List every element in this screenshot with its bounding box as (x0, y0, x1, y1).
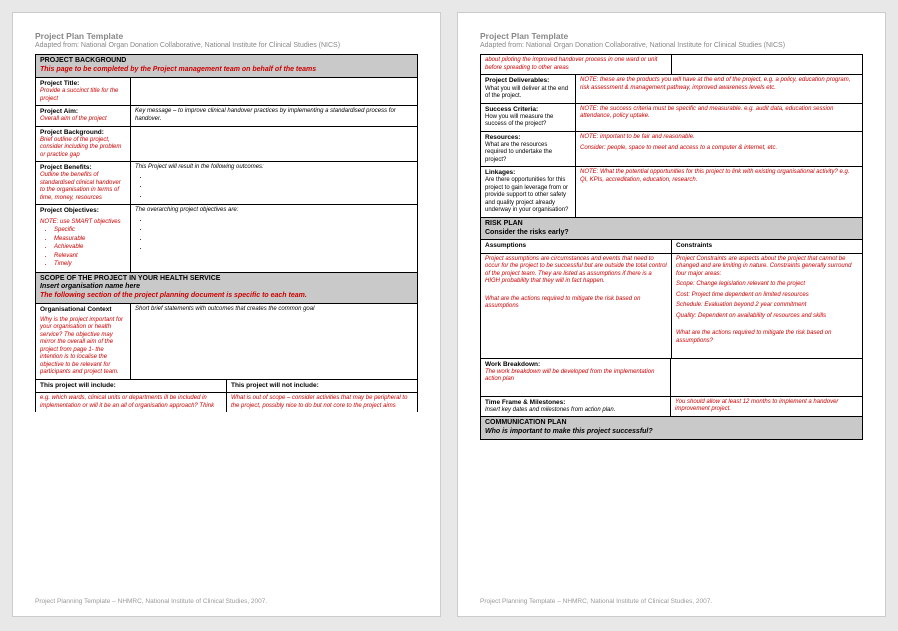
content-project-benefits: This Project will result in the followin… (135, 164, 264, 170)
label-timeframe: Time Frame & Milestones: (485, 399, 666, 407)
field-project-background (131, 127, 417, 162)
row-success: Success Criteria: How you will measure t… (480, 103, 863, 131)
label-will-not-include: This project will not include: (227, 380, 417, 392)
field-pilot-right (672, 55, 862, 74)
note-smart: NOTE: use SMART objectives (40, 219, 126, 227)
field-work-breakdown (671, 359, 862, 396)
constraints-scope: Scope: Change legislation relevant to th… (676, 281, 858, 289)
note-project-background: Brief outline of the project, consider i… (40, 137, 126, 160)
section-comm-sub: Who is important to make this project su… (485, 428, 858, 437)
content-org-context: Short brief statements with outcomes tha… (135, 306, 314, 312)
label-assumptions: Assumptions (481, 240, 672, 252)
content-objectives: The overarching project objectives are: (135, 207, 238, 213)
row-ac-header: Assumptions Constraints (480, 239, 863, 252)
header-title: Project Plan Template (35, 31, 418, 42)
constraints-intro: Project Constraints are aspects about th… (676, 256, 858, 279)
section-risk-title: RISK PLAN (485, 220, 523, 227)
label-org-context: Organisational Context (40, 306, 126, 314)
row-org-context: Organisational Context Why is the projec… (35, 303, 418, 379)
note-success: NOTE: the success criteria must be speci… (576, 104, 862, 131)
note-org-context: Why is the project important for your or… (40, 317, 126, 377)
label-project-objectives: Project Objectives: (40, 207, 126, 215)
row-ac-body: Project assumptions are circumstances an… (480, 253, 863, 358)
label-constraints: Constraints (672, 240, 862, 252)
label-will-include: This project will include: (36, 380, 227, 392)
constraints-quality: Quality: Dependent on availability of re… (676, 313, 858, 321)
sub-timeframe: Insert key dates and milestones from act… (485, 407, 666, 415)
scope-orgname: Insert organisation name here (40, 283, 413, 292)
section-title: PROJECT BACKGROUND (40, 57, 126, 64)
note-work-breakdown: The work breakdown will be developed fro… (485, 369, 666, 384)
field-project-title (131, 78, 417, 105)
header-subtitle: Adapted from: National Organ Donation Co… (35, 42, 418, 51)
row-deliverables: Project Deliverables: What you will deli… (480, 74, 863, 102)
note-timeframe: You should allow at least 12 months to i… (671, 397, 862, 417)
section-comm-title: COMMUNICATION PLAN (485, 419, 567, 426)
section-risk-sub: Consider the risks early? (485, 229, 858, 238)
row-project-aim: Project Aim: Overall aim of the project … (35, 105, 418, 126)
benefits-bullets (149, 174, 413, 201)
section-communication: COMMUNICATION PLAN Who is important to m… (480, 417, 863, 440)
label-deliverables: Project Deliverables: (485, 77, 571, 85)
label-project-title: Project Title: (40, 80, 126, 88)
scope-note: The following section of the project pla… (40, 292, 413, 301)
smart-bullets: Specific Measurable Achievable Relevant … (54, 227, 126, 269)
bullet-timely: Timely (54, 261, 126, 269)
note-linkages: NOTE: What the potential opportunities f… (576, 167, 862, 217)
constraints-schedule: Schedule: Evaluation beyond 2 year commi… (676, 302, 858, 310)
note-project-title: Provide a succinct title for the project (40, 88, 126, 103)
label-resources: Resources: (485, 134, 571, 142)
row-resources: Resources: What are the resources requir… (480, 131, 863, 167)
assumptions-p1: Project assumptions are circumstances an… (485, 256, 667, 286)
bullet-achievable: Achievable (54, 244, 126, 252)
constraints-cost: Cost: Project time dependent on limited … (676, 292, 858, 300)
note-resources-1: NOTE: important to be fair and reasonabl… (580, 134, 858, 142)
label-project-benefits: Project Benefits: (40, 164, 126, 172)
footer: Project Planning Template – NHMRC, Natio… (35, 590, 418, 606)
row-include-header: This project will include: This project … (35, 379, 418, 392)
sub-success: How you will measure the success of the … (485, 114, 571, 129)
sub-resources: What are the resources required to under… (485, 142, 571, 165)
label-project-aim: Project Aim: (40, 108, 126, 116)
label-linkages: Linkages: (485, 169, 571, 177)
page-1: Project Plan Template Adapted from: Nati… (12, 12, 441, 617)
row-project-benefits: Project Benefits: Outline the benefits o… (35, 161, 418, 204)
sub-linkages: Are there opportunities for this project… (485, 177, 571, 215)
section-scope-title: SCOPE OF THE PROJECT IN YOUR HEALTH SERV… (40, 275, 220, 282)
label-project-background: Project Background: (40, 129, 126, 137)
content-pilot: about piloting the improved handover pro… (481, 55, 672, 74)
row-project-background: Project Background: Brief outline of the… (35, 126, 418, 162)
row-include-body: e.g. which wards, clinical units or depa… (35, 392, 418, 412)
row-project-title: Project Title: Provide a succinct title … (35, 77, 418, 105)
note-deliverables: NOTE: these are the products you will ha… (576, 75, 862, 102)
header-subtitle-2: Adapted from: National Organ Donation Co… (480, 42, 863, 51)
note-project-benefits: Outline the benefits of standardised cli… (40, 172, 126, 202)
objectives-bullets (149, 217, 413, 253)
bullet-specific: Specific (54, 227, 126, 235)
bullet-relevant: Relevant (54, 253, 126, 261)
section-project-background: PROJECT BACKGROUND This page to be compl… (35, 54, 418, 77)
header-title-2: Project Plan Template (480, 31, 863, 42)
page-2: Project Plan Template Adapted from: Nati… (457, 12, 886, 617)
content-project-aim: Key message – to improve clinical handov… (135, 108, 396, 122)
section-subnote: This page to be completed by the Project… (40, 66, 413, 75)
bullet-measurable: Measurable (54, 236, 126, 244)
section-risk: RISK PLAN Consider the risks early? (480, 218, 863, 240)
sub-deliverables: What you will deliver at the end of the … (485, 86, 571, 101)
row-timeframe: Time Frame & Milestones: Insert key date… (480, 396, 863, 418)
footer-2: Project Planning Template – NHMRC, Natio… (480, 590, 863, 606)
row-work-breakdown: Work Breakdown: The work breakdown will … (480, 358, 863, 396)
label-success: Success Criteria: (485, 106, 571, 114)
note-resources-2: Consider: people, space to meet and acce… (580, 145, 858, 153)
label-work-breakdown: Work Breakdown: (485, 361, 666, 369)
note-project-aim: Overall aim of the project (40, 116, 126, 124)
row-linkages: Linkages: Are there opportunities for th… (480, 166, 863, 218)
assumptions-p2: What are the actions required to mitigat… (485, 296, 667, 311)
section-scope: SCOPE OF THE PROJECT IN YOUR HEALTH SERV… (35, 272, 418, 303)
row-pilot-continuation: about piloting the improved handover pro… (480, 54, 863, 74)
row-project-objectives: Project Objectives: NOTE: use SMART obje… (35, 204, 418, 271)
content-will-not-include: What is out of scope – consider activiti… (227, 393, 417, 412)
content-will-include: e.g. which wards, clinical units or depa… (36, 393, 227, 412)
constraints-actions: What are the actions required to mitigat… (676, 330, 858, 345)
